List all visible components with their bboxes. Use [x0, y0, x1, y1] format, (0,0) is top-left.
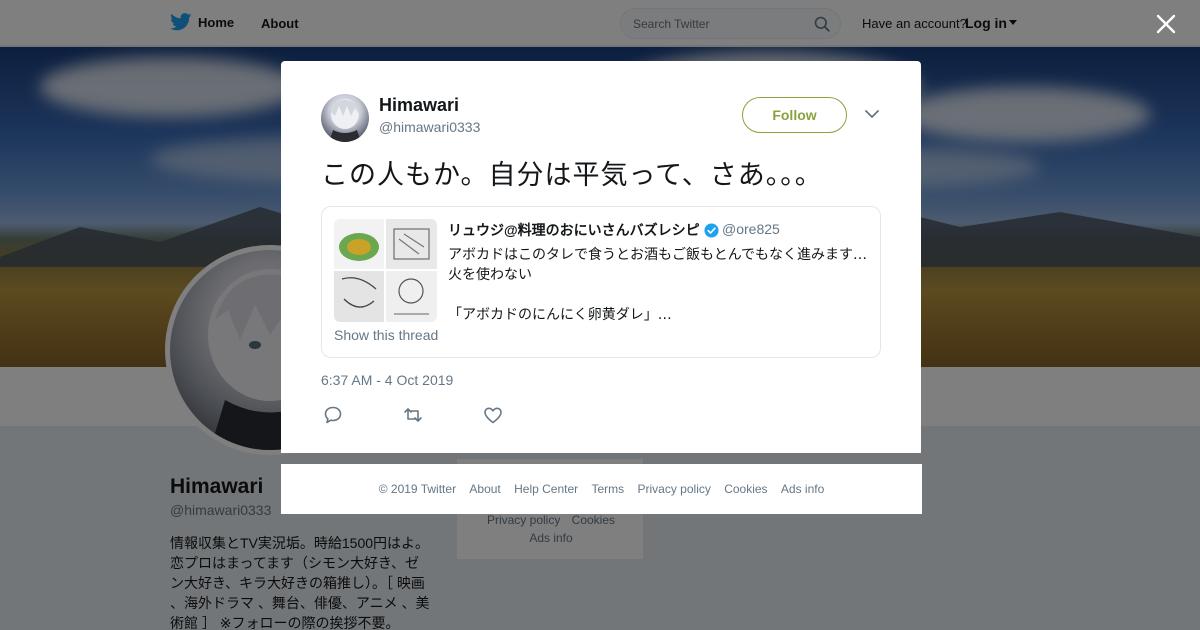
footer-link-about[interactable]: About: [469, 482, 500, 496]
author-name[interactable]: Himawari: [379, 95, 459, 116]
quoted-author-name-label: リュウジ@料理のおにいさんバズレシピ: [448, 222, 700, 238]
quoted-tweet[interactable]: リュウジ@料理のおにいさんバズレシピ @ore825 アボカドはこのタレで食うと…: [321, 206, 881, 358]
footer-copyright: © 2019 Twitter: [378, 482, 457, 496]
tweet-modal: Himawari @himawari0333 Follow この人もか。自分は平…: [281, 61, 921, 453]
tweet-timestamp[interactable]: 6:37 AM - 4 Oct 2019: [321, 372, 453, 388]
retweet-icon[interactable]: [401, 403, 425, 427]
author-handle[interactable]: @himawari0333: [379, 119, 480, 135]
verified-icon: [704, 222, 719, 238]
author-avatar[interactable]: [321, 94, 369, 142]
quoted-text-line-1: アボカドはこのタレで食うとお酒もご飯もとんでもなく進みます…: [448, 247, 868, 263]
footer-link-privacy-policy[interactable]: Privacy policy: [638, 482, 711, 496]
quoted-text-line-2: 火を使わない: [448, 267, 532, 283]
footer-link-cookies[interactable]: Cookies: [724, 482, 767, 496]
tweet-text: この人もか。自分は平気って、さあ。。。: [321, 160, 823, 191]
quoted-author-name[interactable]: リュウジ@料理のおにいさんバズレシピ: [448, 220, 719, 240]
quoted-text-line-3: 「アボカドのにんにく卵黄ダレ」…: [448, 307, 672, 323]
close-icon[interactable]: [1154, 12, 1178, 36]
follow-button[interactable]: Follow: [742, 97, 847, 133]
caret-down-icon[interactable]: [865, 109, 879, 119]
footer-link-terms[interactable]: Terms: [591, 482, 624, 496]
show-thread-link[interactable]: Show this thread: [334, 327, 438, 343]
like-icon[interactable]: [481, 403, 505, 427]
modal-footer: © 2019 Twitter About Help Center Terms P…: [281, 464, 922, 514]
quoted-author-handle[interactable]: @ore825: [722, 221, 780, 237]
quoted-tweet-thumbnail[interactable]: [334, 219, 437, 322]
footer-link-ads-info[interactable]: Ads info: [781, 482, 824, 496]
reply-icon[interactable]: [321, 403, 345, 427]
footer-link-help-center[interactable]: Help Center: [514, 482, 578, 496]
